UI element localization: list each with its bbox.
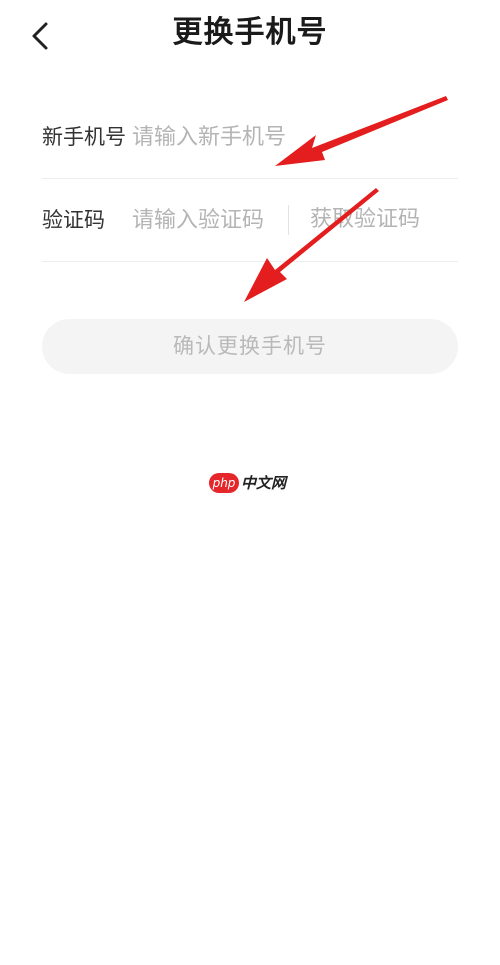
phone-input[interactable] [132, 120, 452, 154]
header: 更换手机号 [0, 0, 500, 70]
phone-field-row: 新手机号 [42, 96, 458, 179]
watermark-badge: php [209, 473, 239, 493]
code-input[interactable] [132, 203, 292, 237]
get-code-button[interactable]: 获取验证码 [310, 205, 420, 235]
phone-label: 新手机号 [42, 125, 126, 149]
page-title: 更换手机号 [172, 15, 328, 50]
code-divider [288, 205, 289, 235]
code-label: 验证码 [42, 208, 105, 232]
confirm-change-button[interactable]: 确认更换手机号 [42, 319, 458, 374]
watermark-text: 中文网 [241, 474, 287, 492]
watermark-logo: php 中文网 [209, 471, 293, 495]
code-field-row: 验证码 获取验证码 [42, 179, 458, 262]
